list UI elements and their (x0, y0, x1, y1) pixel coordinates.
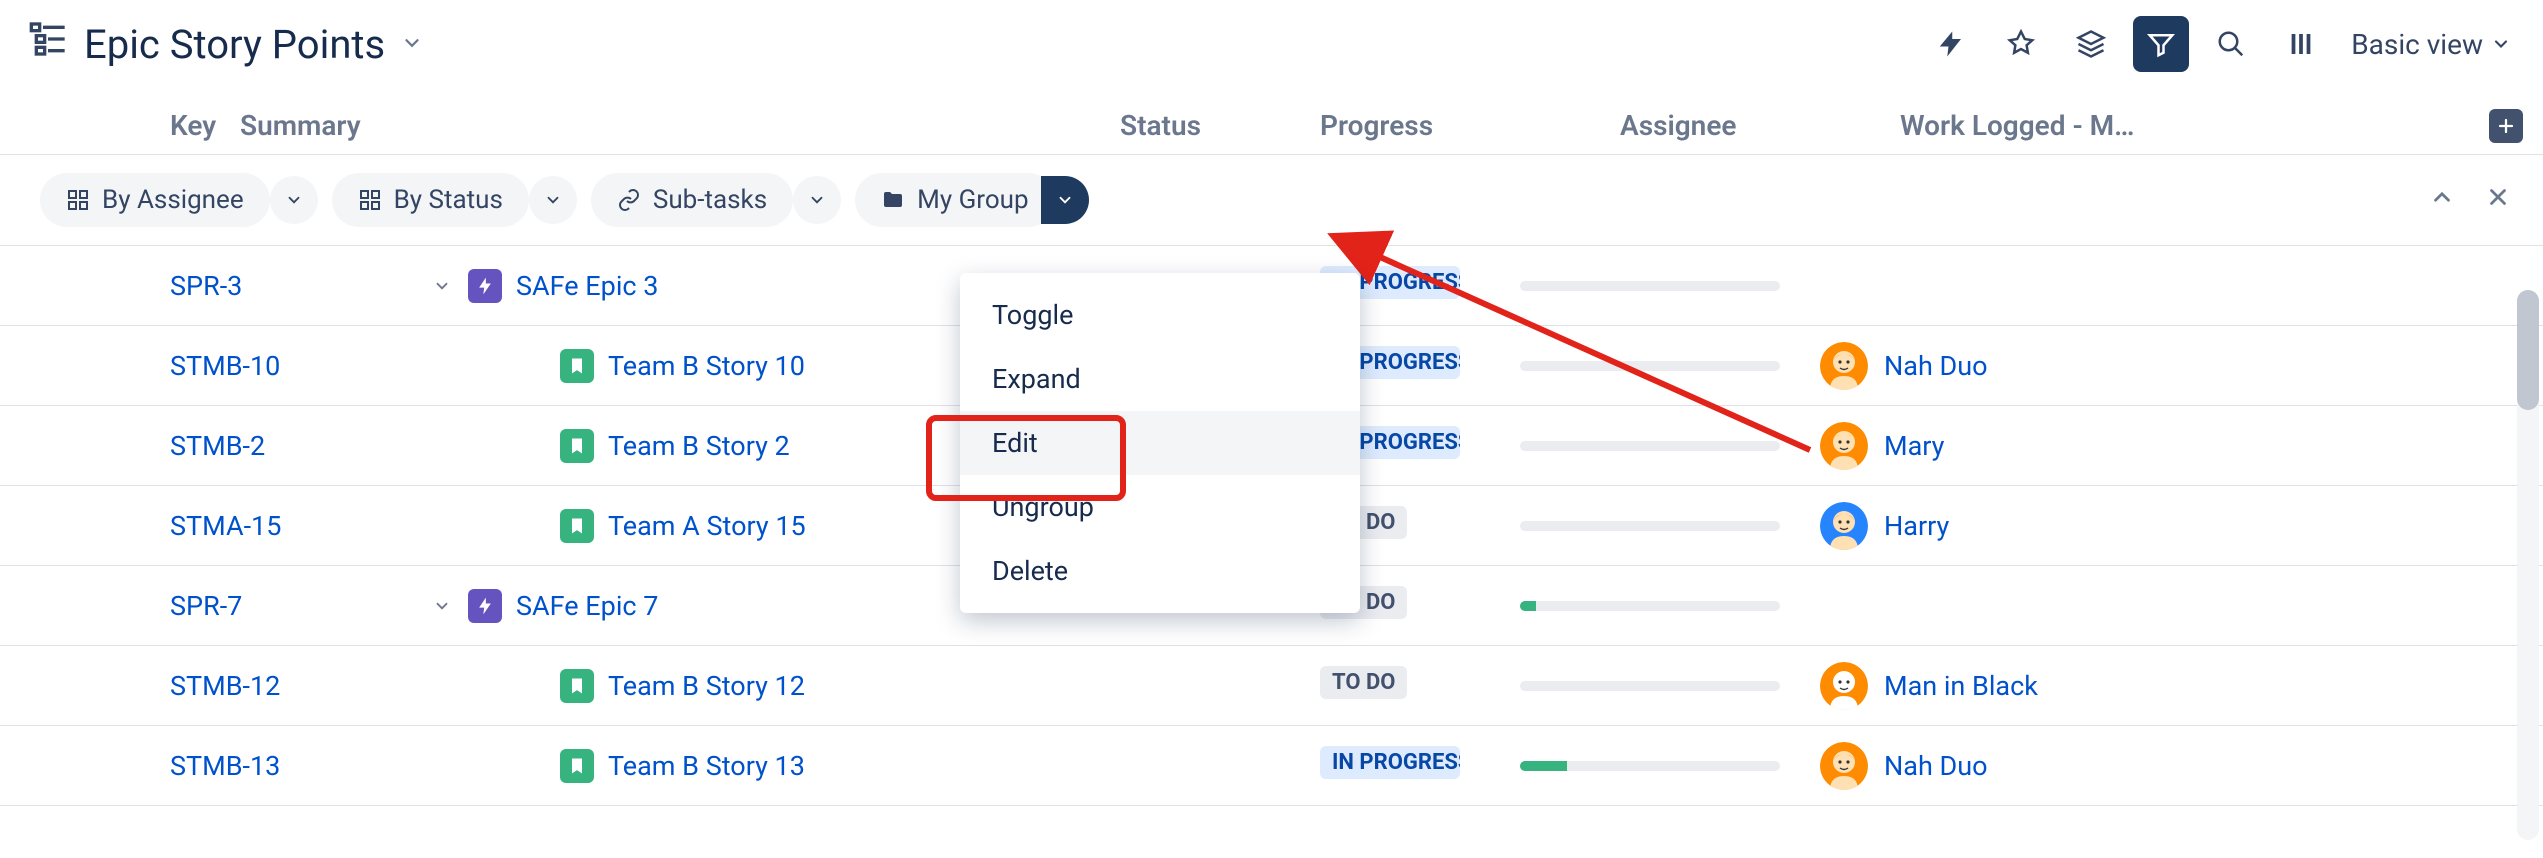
issue-summary-link[interactable]: Team B Story 13 (608, 750, 805, 782)
assignee-link[interactable]: Man in Black (1884, 670, 2038, 702)
search-icon[interactable] (2203, 16, 2259, 72)
chip-label: By Status (394, 185, 503, 215)
chip-label: My Group (917, 185, 1028, 215)
issue-summary-link[interactable]: Team A Story 15 (608, 510, 806, 542)
automation-icon[interactable] (1923, 16, 1979, 72)
menu-item-ungroup[interactable]: Ungroup (960, 475, 1360, 539)
progress-bar (1520, 281, 1780, 291)
column-header-assignee[interactable]: Assignee (1620, 109, 1900, 142)
avatar (1820, 342, 1868, 390)
issue-summary-link[interactable]: SAFe Epic 3 (516, 270, 658, 302)
add-column-button[interactable] (2489, 109, 2523, 143)
chip-label: By Assignee (102, 185, 244, 215)
chip-caret-by-assignee[interactable] (270, 176, 318, 224)
chip-label: Sub-tasks (653, 185, 767, 215)
close-icon[interactable] (2485, 184, 2511, 217)
story-icon (560, 669, 594, 703)
grid-icon (66, 188, 90, 212)
link-icon (617, 188, 641, 212)
chip-caret-sub-tasks[interactable] (793, 176, 841, 224)
folder-icon (881, 188, 905, 212)
column-header-key[interactable]: Key (0, 109, 230, 142)
issue-key-link[interactable]: STMB-2 (170, 430, 265, 462)
structure-icon (28, 19, 68, 69)
column-header-progress[interactable]: Progress (1320, 109, 1620, 142)
assignee-link[interactable]: Mary (1884, 430, 1944, 462)
table-row[interactable]: STMB-12 Team B Story 12 TO DO Man in Bla… (0, 646, 2543, 726)
epic-icon (468, 269, 502, 303)
view-label: Basic view (2351, 28, 2483, 61)
column-header-worklogged[interactable]: Work Logged - M… (1900, 109, 2300, 142)
story-icon (560, 349, 594, 383)
issue-key-link[interactable]: STMB-12 (170, 670, 280, 702)
progress-bar (1520, 601, 1780, 611)
column-header-summary[interactable]: Summary (230, 109, 1120, 142)
assignee-link[interactable]: Nah Duo (1884, 350, 1988, 382)
issue-key-link[interactable]: SPR-7 (170, 590, 242, 622)
epic-icon (468, 589, 502, 623)
group-chip-by-assignee[interactable]: By Assignee (40, 173, 270, 227)
avatar (1820, 502, 1868, 550)
table-row[interactable]: STMB-13 Team B Story 13 IN PROGRESS Nah … (0, 726, 2543, 806)
expand-caret[interactable] (430, 277, 454, 295)
avatar (1820, 662, 1868, 710)
pin-icon[interactable] (1993, 16, 2049, 72)
status-badge[interactable]: IN PROGRESS (1320, 746, 1460, 779)
group-chip-by-status[interactable]: By Status (332, 173, 529, 227)
menu-item-delete[interactable]: Delete (960, 539, 1360, 603)
issue-key-link[interactable]: SPR-3 (170, 270, 242, 302)
title-dropdown-caret[interactable] (401, 28, 423, 61)
avatar (1820, 422, 1868, 470)
issue-summary-link[interactable]: Team B Story 10 (608, 350, 805, 382)
progress-bar (1520, 521, 1780, 531)
chip-caret-by-status[interactable] (529, 176, 577, 224)
status-badge[interactable]: TO DO (1320, 666, 1407, 699)
progress-bar (1520, 361, 1780, 371)
progress-bar (1520, 761, 1780, 771)
assignee-link[interactable]: Harry (1884, 510, 1949, 542)
page-title: Epic Story Points (84, 21, 385, 68)
collapse-all-icon[interactable] (2429, 184, 2455, 217)
issue-summary-link[interactable]: SAFe Epic 7 (516, 590, 658, 622)
chip-caret-my-group[interactable] (1041, 176, 1089, 224)
view-selector[interactable]: Basic view (2351, 28, 2511, 61)
group-chip-sub-tasks[interactable]: Sub-tasks (591, 173, 793, 227)
story-icon (560, 509, 594, 543)
menu-item-edit[interactable]: Edit (960, 411, 1360, 475)
menu-item-toggle[interactable]: Toggle (960, 283, 1360, 347)
grid-icon (358, 188, 382, 212)
group-chip-my-group[interactable]: My Group (855, 173, 1054, 227)
columns-icon[interactable] (2273, 16, 2329, 72)
issue-key-link[interactable]: STMB-13 (170, 750, 280, 782)
filter-icon[interactable] (2133, 16, 2189, 72)
layers-icon[interactable] (2063, 16, 2119, 72)
progress-bar (1520, 441, 1780, 451)
story-icon (560, 749, 594, 783)
issue-summary-link[interactable]: Team B Story 2 (608, 430, 790, 462)
expand-caret[interactable] (430, 597, 454, 615)
menu-item-expand[interactable]: Expand (960, 347, 1360, 411)
group-context-menu: Toggle Expand Edit Ungroup Delete (960, 273, 1360, 613)
scrollbar-thumb[interactable] (2517, 290, 2539, 410)
column-header-status[interactable]: Status (1120, 109, 1320, 142)
story-icon (560, 429, 594, 463)
issue-key-link[interactable]: STMA-15 (170, 510, 281, 542)
avatar (1820, 742, 1868, 790)
issue-summary-link[interactable]: Team B Story 12 (608, 670, 805, 702)
issue-key-link[interactable]: STMB-10 (170, 350, 280, 382)
assignee-link[interactable]: Nah Duo (1884, 750, 1988, 782)
progress-bar (1520, 681, 1780, 691)
